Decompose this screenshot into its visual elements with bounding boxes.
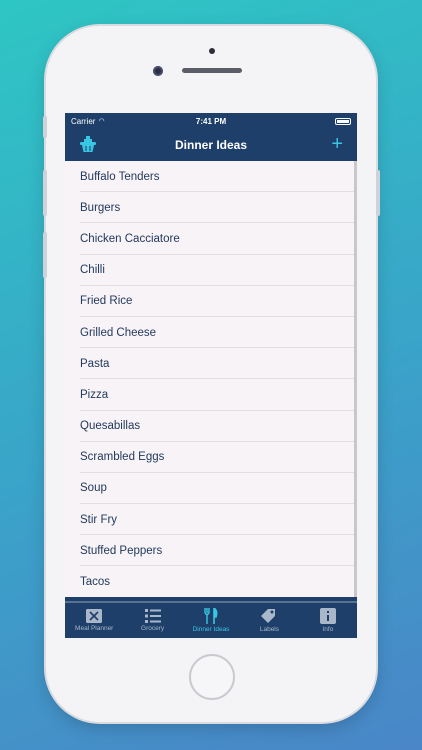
tab-label: Labels <box>259 626 279 633</box>
page-title: Dinner Ideas <box>174 138 248 152</box>
battery-icon <box>335 117 351 125</box>
front-camera <box>153 66 163 76</box>
dinner-idea-label: Quesabillas <box>80 420 141 433</box>
basket-icon[interactable] <box>79 135 97 153</box>
tab-grocery[interactable]: Grocery <box>123 603 181 638</box>
volume-up-button <box>43 170 47 216</box>
proximity-sensor <box>209 48 215 54</box>
tab-dinner-ideas[interactable]: Dinner Ideas <box>182 603 240 638</box>
list-item[interactable]: Stuffed Peppers <box>65 535 354 567</box>
dinner-idea-label: Burgers <box>80 201 121 214</box>
dinner-idea-label: Soup <box>80 482 107 495</box>
list-item[interactable]: Scrambled Eggs <box>65 442 354 474</box>
dinner-idea-label: Fried Rice <box>80 295 133 308</box>
tab-bar: Meal Planner Grocery Dinner Ideas Labels <box>65 601 357 638</box>
power-button <box>376 170 380 216</box>
dinner-idea-label: Stir Fry <box>80 513 118 526</box>
app-screen: Carrier ◠ 7:41 PM Dinner Ideas + Buffalo… <box>65 113 357 638</box>
navigation-bar: Dinner Ideas + <box>65 129 357 161</box>
dinner-idea-label: Pizza <box>80 388 109 401</box>
dinner-idea-label: Grilled Cheese <box>80 326 157 339</box>
list-item[interactable]: Stir Fry <box>65 504 354 536</box>
earpiece-speaker <box>182 68 242 73</box>
dinner-ideas-list: Buffalo Tenders Burgers Chicken Cacciatore… <box>65 161 357 597</box>
volume-down-button <box>43 232 47 278</box>
list-item[interactable]: Chilli <box>65 255 354 286</box>
list-item[interactable]: Soup <box>65 473 354 505</box>
status-time: 7:41 PM <box>195 116 227 126</box>
fork-knife-icon <box>204 608 218 624</box>
list-item[interactable]: Quesabillas <box>65 411 354 442</box>
list-icon <box>144 609 161 623</box>
list-item[interactable]: Pasta <box>65 348 354 380</box>
dinner-idea-label: Chilli <box>80 264 105 277</box>
status-bar: Carrier ◠ 7:41 PM <box>65 113 357 129</box>
list-item[interactable]: Chicken Cacciatore <box>65 223 354 255</box>
tab-info[interactable]: Info <box>299 603 357 638</box>
add-icon[interactable]: + <box>331 133 343 155</box>
dinner-idea-label: Tacos <box>80 576 111 589</box>
info-icon <box>319 608 336 624</box>
list-item[interactable]: Grilled Cheese <box>65 317 354 349</box>
dinner-idea-label: Pasta <box>80 357 110 370</box>
home-button[interactable] <box>189 654 235 700</box>
list-item[interactable]: Tacos <box>65 566 354 597</box>
tab-label: Dinner Ideas <box>192 626 230 633</box>
list-item[interactable]: Pizza <box>65 379 354 411</box>
mute-switch <box>43 116 47 138</box>
dinner-idea-label: Scrambled Eggs <box>80 451 165 464</box>
tab-label: Grocery <box>141 625 165 632</box>
list-item[interactable]: Buffalo Tenders <box>65 161 354 193</box>
tags-icon <box>261 609 276 623</box>
list-item[interactable]: Burgers <box>65 192 354 224</box>
dinner-idea-label: Chicken Cacciatore <box>80 232 180 245</box>
tab-meal-planner[interactable]: Meal Planner <box>65 603 123 638</box>
tab-label: Info <box>322 626 334 633</box>
tab-labels[interactable]: Labels <box>240 603 298 638</box>
dinner-idea-label: Stuffed Peppers <box>80 544 163 557</box>
meal-planner-icon <box>86 609 103 623</box>
list-item[interactable]: Fried Rice <box>65 286 354 318</box>
tab-label: Meal Planner <box>75 625 114 632</box>
dinner-idea-label: Buffalo Tenders <box>80 170 160 183</box>
